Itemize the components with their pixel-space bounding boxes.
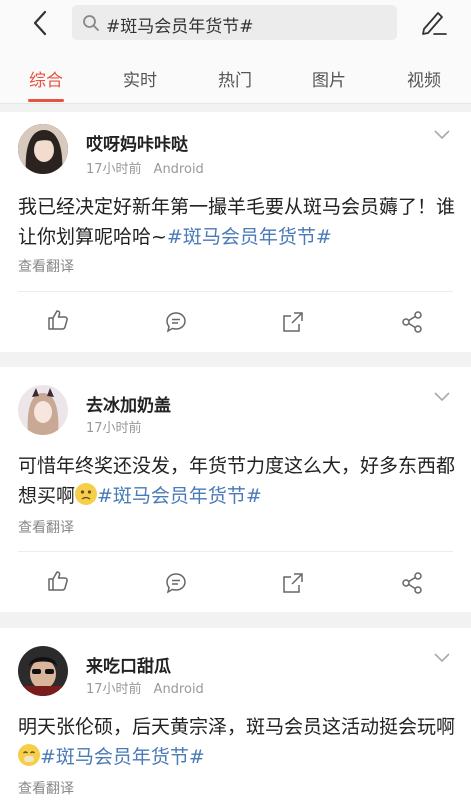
- top-bar: #斑马会员年货节# 综合 实时 热门 图片 视频: [0, 0, 471, 104]
- post-text: 明天张伦硕，后天黄宗泽，斑马会员这活动挺会玩啊: [18, 716, 456, 738]
- tab-comprehensive[interactable]: 综合: [16, 66, 76, 91]
- tab-images[interactable]: 图片: [299, 66, 359, 91]
- divider: [18, 291, 453, 292]
- post-time: 17小时前: [86, 682, 142, 697]
- search-bar[interactable]: #斑马会员年货节#: [72, 5, 397, 40]
- active-tab-indicator: [28, 99, 64, 102]
- post-time: 17小时前: [86, 162, 142, 177]
- chevron-down-icon[interactable]: [434, 392, 450, 402]
- compose-icon[interactable]: [418, 7, 448, 37]
- share-icon[interactable]: [400, 310, 424, 334]
- tab-realtime[interactable]: 实时: [110, 66, 170, 91]
- avatar-image: [18, 124, 68, 174]
- search-query[interactable]: #斑马会员年货节#: [106, 12, 254, 37]
- post-source: Android: [153, 682, 204, 697]
- post-source: Android: [153, 162, 204, 177]
- back-arrow-icon[interactable]: [26, 8, 56, 38]
- username[interactable]: 来吃口甜瓜: [86, 652, 171, 677]
- chevron-down-icon[interactable]: [434, 653, 450, 663]
- like-icon[interactable]: [46, 569, 70, 593]
- post-content: 我已经决定好新年第一撮羊毛要从斑马会员薅了！谁让你划算呢哈哈~#斑马会员年货节#: [18, 192, 458, 252]
- username[interactable]: 去冰加奶盖: [86, 391, 171, 416]
- post-meta: 17小时前 Android: [86, 158, 204, 177]
- post-meta: 17小时前: [86, 417, 142, 436]
- avatar[interactable]: [18, 646, 68, 696]
- post-card: 来吃口甜瓜 17小时前 Android 明天张伦硕，后天黄宗泽，斑马会员这活动挺会…: [0, 628, 471, 808]
- post-card: 哎呀妈咔咔哒 17小时前 Android 我已经决定好新年第一撮羊毛要从斑马会员薅…: [0, 112, 471, 352]
- avatar-image: [18, 385, 68, 435]
- tab-videos[interactable]: 视频: [394, 66, 454, 91]
- tab-bar: 综合 实时 热门 图片 视频: [0, 56, 471, 100]
- post-time: 17小时前: [86, 421, 142, 436]
- translate-link[interactable]: 查看翻译: [18, 778, 74, 798]
- avatar[interactable]: [18, 385, 68, 435]
- tab-hot[interactable]: 热门: [205, 66, 265, 91]
- username[interactable]: 哎呀妈咔咔哒: [86, 130, 188, 155]
- forward-icon[interactable]: [281, 571, 305, 595]
- hashtag-link[interactable]: #斑马会员年货节#: [40, 746, 205, 768]
- chevron-down-icon[interactable]: [434, 130, 450, 140]
- comment-icon[interactable]: [164, 310, 188, 334]
- divider: [18, 551, 453, 552]
- hashtag-link[interactable]: #斑马会员年货节#: [97, 485, 262, 507]
- translate-link[interactable]: 查看翻译: [18, 256, 74, 276]
- post-content: 明天张伦硕，后天黄宗泽，斑马会员这活动挺会玩啊 #斑马会员年货节#: [18, 712, 458, 772]
- post-content: 可惜年终奖还没发，年货节力度这么大，好多东西都想买啊 #斑马会员年货节#: [18, 451, 458, 511]
- share-icon[interactable]: [400, 571, 424, 595]
- translate-link[interactable]: 查看翻译: [18, 517, 74, 537]
- avatar-image: [18, 646, 68, 696]
- like-icon[interactable]: [46, 308, 70, 332]
- post-card: 去冰加奶盖 17小时前 可惜年终奖还没发，年货节力度这么大，好多东西都想买啊 #…: [0, 367, 471, 612]
- shy-face-emoji-icon: [18, 744, 40, 766]
- hashtag-link[interactable]: #斑马会员年货节#: [167, 226, 332, 248]
- sad-face-emoji-icon: [75, 483, 98, 505]
- avatar[interactable]: [18, 124, 68, 174]
- forward-icon[interactable]: [281, 310, 305, 334]
- comment-icon[interactable]: [164, 571, 188, 595]
- post-meta: 17小时前 Android: [86, 678, 204, 697]
- search-icon: [83, 15, 99, 31]
